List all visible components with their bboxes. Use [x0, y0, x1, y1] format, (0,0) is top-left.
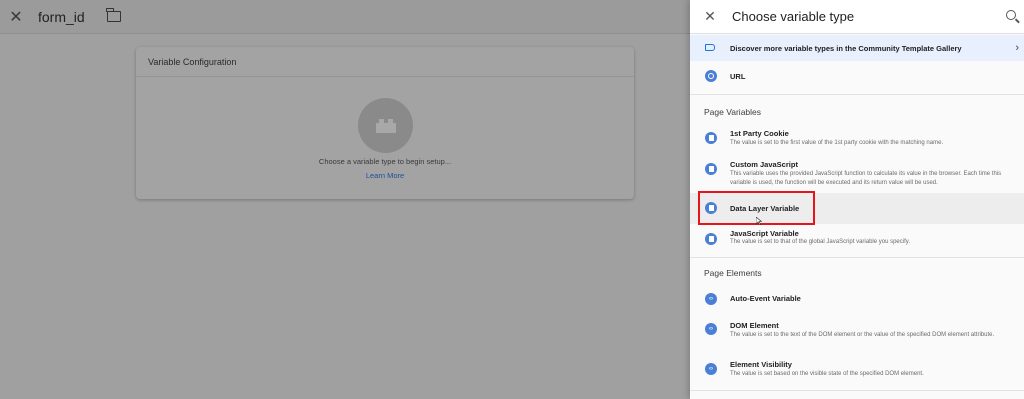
card-title: Variable Configuration: [136, 47, 634, 77]
item-name: URL: [730, 72, 746, 81]
divider: [690, 257, 1024, 258]
banner-text: Discover more variable types in the Comm…: [730, 43, 962, 53]
divider: [690, 390, 1024, 391]
section-page-elements: Page Elements: [704, 268, 762, 278]
search-icon[interactable]: [1006, 10, 1016, 20]
item-name: 1st Party Cookie: [730, 129, 789, 138]
variable-type-1st-party-cookie[interactable]: 1st Party Cookie The value is set to the…: [690, 125, 1024, 153]
variable-type-url[interactable]: URL: [690, 62, 1024, 88]
close-icon[interactable]: ✕: [6, 7, 26, 27]
item-name: JavaScript Variable: [730, 229, 799, 238]
item-name: DOM Element: [730, 321, 779, 330]
learn-more-link[interactable]: Learn More: [136, 171, 634, 180]
code-icon: ‹›: [705, 323, 717, 335]
globe-icon: [705, 70, 717, 82]
tag-icon: [705, 44, 715, 51]
item-description: The value is set to the first value of t…: [730, 140, 944, 146]
variable-configuration-card[interactable]: Variable Configuration Choose a variable…: [136, 47, 634, 199]
item-description: The value is set to that of the global J…: [730, 239, 910, 245]
setup-hint: Choose a variable type to begin setup...: [318, 157, 452, 166]
folder-icon[interactable]: [106, 8, 121, 22]
editor-topbar: ✕ form_id: [0, 0, 690, 34]
variable-type-javascript-variable[interactable]: JavaScript Variable The value is set to …: [690, 226, 1024, 250]
brick-icon: [375, 118, 396, 133]
variable-type-dom-element[interactable]: ‹› DOM Element The value is set to the t…: [690, 318, 1024, 348]
tag-editor-backdrop: ✕ form_id Variable Configuration Choose …: [0, 0, 690, 399]
item-name: Auto-Event Variable: [730, 294, 801, 303]
community-gallery-banner[interactable]: Discover more variable types in the Comm…: [690, 35, 1024, 61]
item-description: The value is set to the text of the DOM …: [730, 332, 995, 338]
panel-header: ✕ Choose variable type: [690, 0, 1024, 34]
document-icon: [705, 163, 717, 175]
code-icon: ‹›: [705, 293, 717, 305]
divider: [690, 94, 1024, 95]
chevron-right-icon: ›: [1015, 42, 1019, 54]
item-name: Element Visibility: [730, 360, 792, 369]
variable-type-auto-event-variable[interactable]: ‹› Auto-Event Variable: [690, 288, 1024, 310]
item-description: This variable uses the provided JavaScri…: [730, 171, 1002, 186]
variable-type-custom-javascript[interactable]: Custom JavaScript This variable uses the…: [690, 156, 1024, 190]
code-icon: ‹›: [705, 363, 717, 375]
close-icon[interactable]: ✕: [702, 8, 718, 25]
document-icon: [705, 233, 717, 245]
item-name: Custom JavaScript: [730, 160, 798, 169]
pointer-cursor-icon: [756, 217, 762, 225]
panel-title: Choose variable type: [732, 9, 855, 24]
variable-type-element-visibility[interactable]: ‹› Element Visibility The value is set b…: [690, 356, 1024, 382]
variable-name[interactable]: form_id: [38, 9, 85, 25]
variable-type-placeholder-icon[interactable]: [358, 98, 413, 153]
section-page-variables: Page Variables: [704, 107, 762, 117]
item-description: The value is set based on the visible st…: [730, 371, 924, 377]
document-icon: [705, 132, 717, 144]
